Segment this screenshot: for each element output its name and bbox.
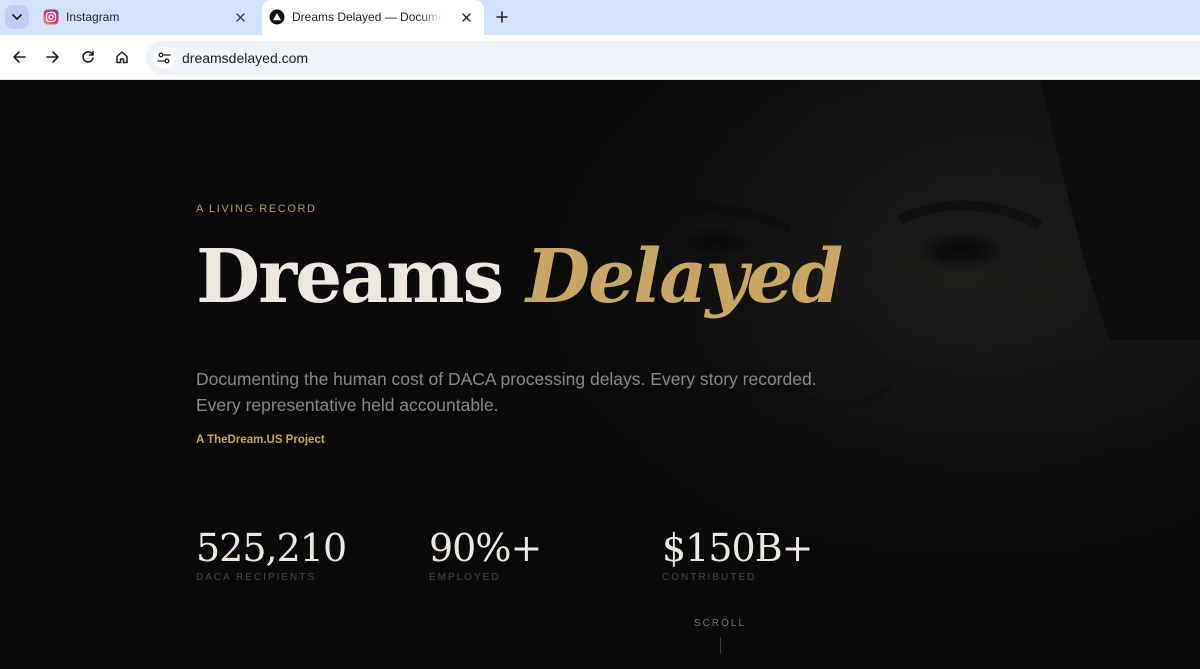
- chevron-down-icon: [12, 14, 22, 20]
- tab-title: Dreams Delayed — Documenting: [292, 10, 442, 24]
- arrow-left-icon: [13, 51, 26, 63]
- address-bar[interactable]: dreamsdelayed.com: [146, 41, 1200, 75]
- home-button[interactable]: [111, 46, 133, 68]
- arrow-right-icon: [46, 51, 59, 63]
- stat-label: DACA RECIPIENTS: [196, 572, 317, 583]
- tab-strip: Instagram Dreams Delayed — Documenting: [0, 0, 1200, 35]
- tab-instagram[interactable]: Instagram: [36, 0, 258, 35]
- hero-subtitle: Documenting the human cost of DACA proce…: [196, 369, 817, 415]
- stat-contributed: $150B+ CONTRIBUTED: [662, 526, 813, 583]
- stat-label: EMPLOYED: [429, 572, 501, 583]
- back-button[interactable]: [8, 46, 30, 68]
- scroll-indicator-label[interactable]: SCROLL: [694, 618, 746, 629]
- hero-section: A LIVING RECORD Dreams Delayed Documenti…: [0, 80, 1200, 669]
- stat-value: 525,210: [196, 526, 347, 570]
- tune-icon: [157, 52, 171, 64]
- forward-button[interactable]: [42, 46, 64, 68]
- tab-search-button[interactable]: [5, 5, 29, 29]
- plus-icon: [496, 11, 508, 23]
- tab-close-button[interactable]: [458, 9, 474, 25]
- reload-icon: [82, 50, 94, 63]
- site-info-button[interactable]: [153, 47, 175, 69]
- tab-title: Instagram: [66, 10, 120, 24]
- close-icon: [461, 12, 471, 22]
- triangle-logo-icon: [269, 9, 285, 25]
- new-tab-button[interactable]: [492, 7, 512, 27]
- title-accent: Delayed: [525, 234, 843, 320]
- scroll-indicator-line: [720, 637, 721, 654]
- stat-recipients: 525,210 DACA RECIPIENTS: [196, 526, 347, 583]
- page-title: Dreams Delayed: [196, 240, 843, 314]
- hero-eyebrow: A LIVING RECORD: [196, 203, 317, 215]
- browser-toolbar: dreamsdelayed.com: [0, 35, 1200, 80]
- url-text[interactable]: dreamsdelayed.com: [182, 50, 308, 66]
- home-icon: [116, 51, 128, 64]
- tab-close-button[interactable]: [232, 9, 248, 25]
- stat-employed: 90%+ EMPLOYED: [429, 526, 542, 583]
- close-icon: [235, 12, 245, 22]
- reload-button[interactable]: [77, 46, 99, 68]
- title-main: Dreams: [196, 234, 526, 320]
- instagram-icon: [43, 9, 59, 25]
- project-byline[interactable]: A TheDream.US Project: [196, 434, 325, 446]
- stat-value: $150B+: [662, 526, 813, 570]
- stat-label: CONTRIBUTED: [662, 572, 757, 583]
- stat-value: 90%+: [429, 526, 542, 570]
- tab-dreams-delayed[interactable]: Dreams Delayed — Documenting: [262, 0, 484, 35]
